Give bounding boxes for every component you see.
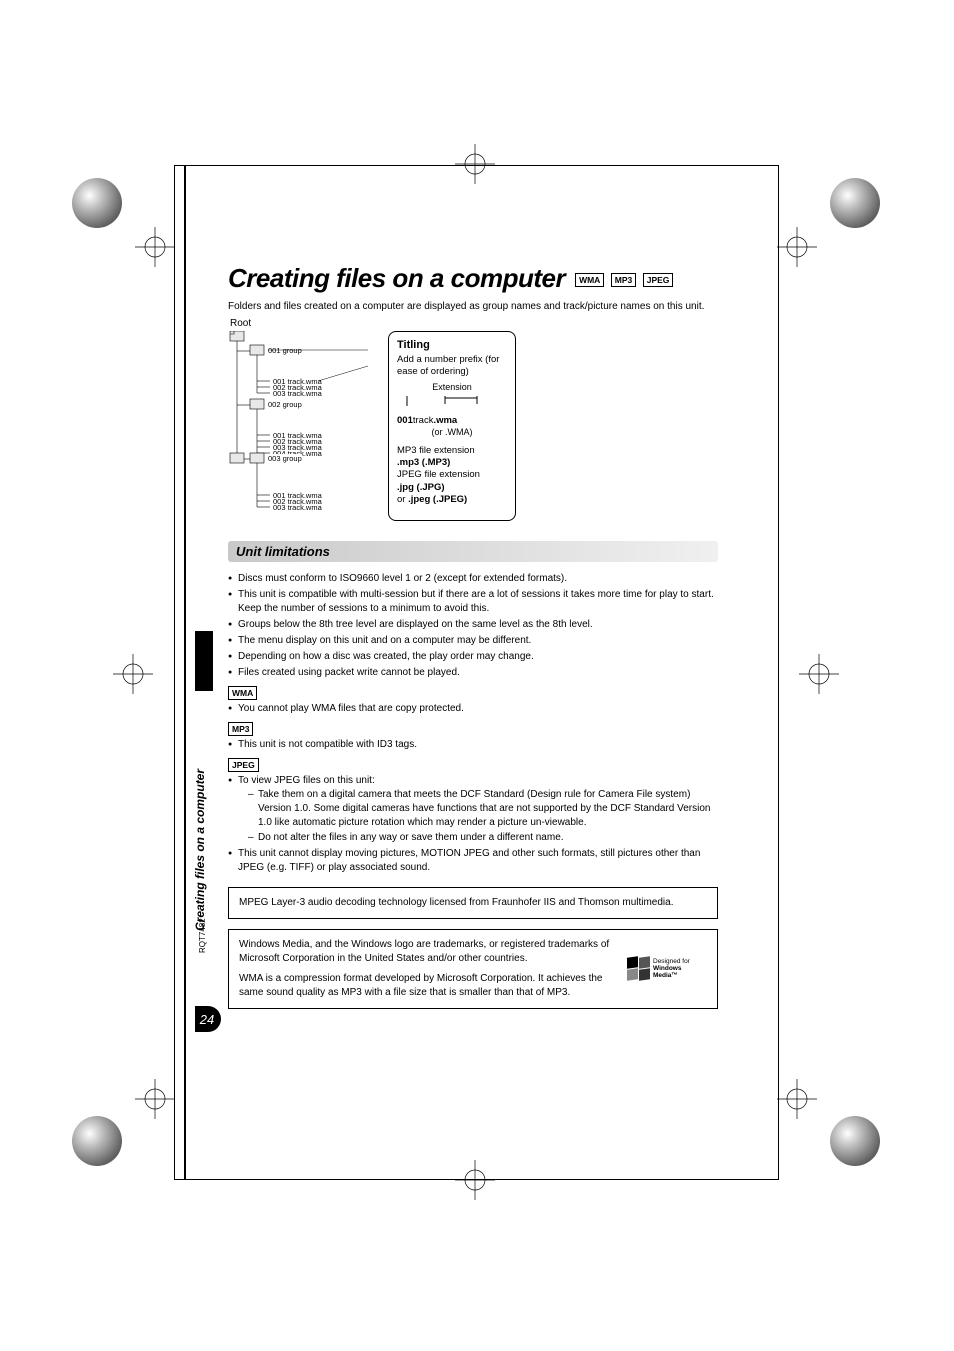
limit-item: Depending on how a disc was created, the…	[228, 650, 718, 664]
limit-item: To view JPEG files on this unit: Take th…	[228, 774, 718, 845]
title-row: Creating files on a computer WMA MP3 JPE…	[228, 263, 718, 294]
windows-flag-icon	[627, 957, 651, 981]
wm-logo-l2: Windows	[653, 965, 690, 972]
limit-item: This unit is not compatible with ID3 tag…	[228, 738, 718, 752]
register-mark	[777, 1079, 817, 1119]
limit-item: Files created using packet write cannot …	[228, 666, 718, 680]
limit-item: Discs must conform to ISO9660 level 1 or…	[228, 572, 718, 586]
windows-media-logo: Designed for Windows Media™	[627, 949, 707, 989]
wma-subhead: WMA	[228, 686, 257, 700]
tree-g2: 002 group	[268, 400, 302, 409]
limit-item: This unit is compatible with multi-sessi…	[228, 588, 718, 616]
limit-subitem: Do not alter the files in any way or sav…	[248, 831, 718, 845]
fn-prefix: 001	[397, 415, 413, 426]
crop-sphere	[830, 1116, 880, 1166]
tree-g3-f3: 003 track.wma	[273, 503, 322, 512]
wma-limitations: You cannot play WMA files that are copy …	[228, 702, 718, 716]
mp3-subhead: MP3	[228, 722, 253, 736]
extension-label: Extension	[397, 382, 507, 394]
jpeg-intro: To view JPEG files on this unit:	[238, 775, 375, 786]
jpeg-sublist: Take them on a digital camera that meets…	[238, 788, 718, 845]
wm-logo-text: Designed for Windows Media™	[653, 958, 690, 979]
general-limitations: Discs must conform to ISO9660 level 1 or…	[228, 572, 718, 680]
limit-item: You cannot play WMA files that are copy …	[228, 702, 718, 716]
register-mark	[799, 654, 839, 694]
diagram: 001 group 001 track.wma 002 track.wma 00…	[228, 331, 718, 521]
fn-mid: track	[413, 415, 434, 426]
register-mark	[113, 654, 153, 694]
side-tab: Creating files on a computer	[195, 631, 213, 931]
fn-alt: (or .WMA)	[397, 427, 507, 439]
jpeg-subhead: JPEG	[228, 758, 259, 772]
wm-logo-l3: Media™	[653, 972, 690, 979]
page-number: 24	[195, 1006, 221, 1032]
side-tab-marker	[195, 631, 213, 691]
tree-g1: 001 group	[268, 346, 302, 355]
mp3-ext: .mp3 (.MP3)	[397, 457, 450, 468]
doc-id: RQT7482	[198, 918, 207, 953]
crop-sphere	[72, 178, 122, 228]
section-header: Unit limitations	[228, 541, 718, 562]
extension-arrows	[397, 394, 507, 408]
trim-box-inner	[184, 165, 186, 1180]
jpeg-label: JPEG file extension	[397, 469, 507, 481]
root-label: Root	[230, 318, 718, 329]
page-title: Creating files on a computer	[228, 263, 565, 294]
mp3-limitations: This unit is not compatible with ID3 tag…	[228, 738, 718, 752]
jpeg-limitations: To view JPEG files on this unit: Take th…	[228, 774, 718, 875]
limit-subitem: Take them on a digital camera that meets…	[248, 788, 718, 830]
mpeg-notice: MPEG Layer-3 audio decoding technology l…	[228, 887, 718, 919]
fn-ext: .wma	[433, 415, 457, 426]
intro-text: Folders and files created on a computer …	[228, 300, 718, 314]
wm-para1: Windows Media, and the Windows logo are …	[239, 938, 617, 966]
limit-item: This unit cannot display moving pictures…	[228, 847, 718, 875]
wm-logo-l1: Designed for	[653, 958, 690, 965]
tree-g3: 003 group	[268, 454, 302, 463]
tree-g1-f3: 003 track.wma	[273, 389, 322, 398]
wm-para2: WMA is a compression format developed by…	[239, 972, 617, 1000]
or-text: or	[397, 494, 408, 505]
register-mark	[135, 227, 175, 267]
format-tag-jpeg: JPEG	[643, 273, 674, 287]
titling-line1: Add a number prefix (for ease of orderin…	[397, 354, 507, 379]
jpeg-or-line: or .jpeg (.JPEG)	[397, 494, 507, 506]
mp3-label: MP3 file extension	[397, 445, 507, 457]
wm-text: Windows Media, and the Windows logo are …	[239, 938, 617, 1000]
filename-example: 001track.wma	[397, 415, 507, 427]
jpeg-ext: .jpeg (.JPEG)	[408, 494, 467, 505]
format-tag-mp3: MP3	[611, 273, 636, 287]
page-content: Creating files on a computer WMA MP3 JPE…	[228, 263, 718, 1009]
register-mark	[777, 227, 817, 267]
windows-media-notice: Windows Media, and the Windows logo are …	[228, 929, 718, 1009]
titling-box: Titling Add a number prefix (for ease of…	[388, 331, 516, 521]
limit-item: Groups below the 8th tree level are disp…	[228, 618, 718, 632]
crop-sphere	[72, 1116, 122, 1166]
jpg-ext: .jpg (.JPG)	[397, 482, 445, 493]
titling-heading: Titling	[397, 338, 507, 352]
limit-item: The menu display on this unit and on a c…	[228, 634, 718, 648]
crop-sphere	[830, 178, 880, 228]
register-mark	[135, 1079, 175, 1119]
folder-tree: 001 group 001 track.wma 002 track.wma 00…	[228, 331, 378, 521]
side-tab-label: Creating files on a computer	[193, 691, 207, 931]
format-tag-wma: WMA	[575, 273, 604, 287]
